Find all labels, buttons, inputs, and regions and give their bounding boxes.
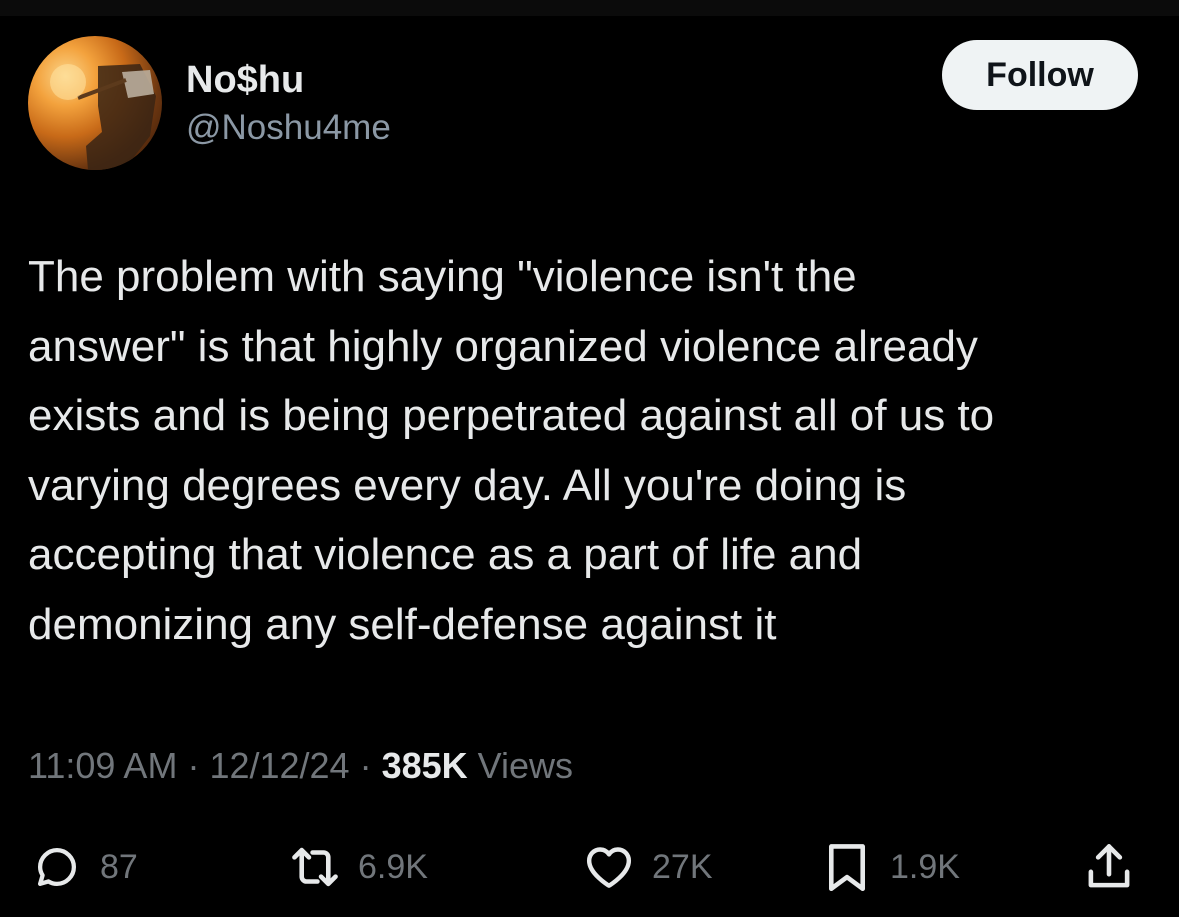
like-count: 27K bbox=[652, 847, 713, 886]
tweet-text: The problem with saying "violence isn't … bbox=[28, 252, 995, 649]
author-handle[interactable]: @Noshu4me bbox=[186, 106, 391, 150]
reply-button[interactable]: 87 bbox=[28, 832, 138, 902]
avatar-image bbox=[50, 64, 156, 170]
repost-icon bbox=[286, 838, 344, 896]
bookmark-count: 1.9K bbox=[890, 847, 960, 886]
reply-icon bbox=[28, 838, 86, 896]
views-count: 385K bbox=[381, 745, 468, 786]
reply-count: 87 bbox=[100, 847, 138, 886]
author-names: No$hu @Noshu4me bbox=[186, 58, 391, 150]
tweet-time[interactable]: 11:09 AM bbox=[28, 745, 177, 786]
share-button[interactable] bbox=[1080, 832, 1138, 902]
bookmark-icon bbox=[818, 838, 876, 896]
action-bar: 87 6.9K 27K 1.9K bbox=[28, 832, 1148, 902]
share-icon bbox=[1080, 838, 1138, 896]
avatar[interactable] bbox=[28, 36, 162, 170]
tweet-meta: 11:09 AM · 12/12/24 · 385K Views bbox=[28, 740, 573, 792]
views-label: Views bbox=[477, 745, 574, 786]
meta-separator: · bbox=[349, 745, 382, 786]
meta-separator: · bbox=[177, 745, 210, 786]
author-display-name[interactable]: No$hu bbox=[186, 58, 391, 102]
top-edge-strip bbox=[0, 0, 1179, 16]
repost-count: 6.9K bbox=[358, 847, 428, 886]
tweet-header: No$hu @Noshu4me Follow bbox=[28, 36, 1138, 172]
follow-button[interactable]: Follow bbox=[942, 40, 1138, 110]
repost-button[interactable]: 6.9K bbox=[286, 832, 428, 902]
heart-icon bbox=[580, 838, 638, 896]
bookmark-button[interactable]: 1.9K bbox=[818, 832, 960, 902]
like-button[interactable]: 27K bbox=[580, 832, 713, 902]
tweet-date[interactable]: 12/12/24 bbox=[209, 745, 349, 786]
